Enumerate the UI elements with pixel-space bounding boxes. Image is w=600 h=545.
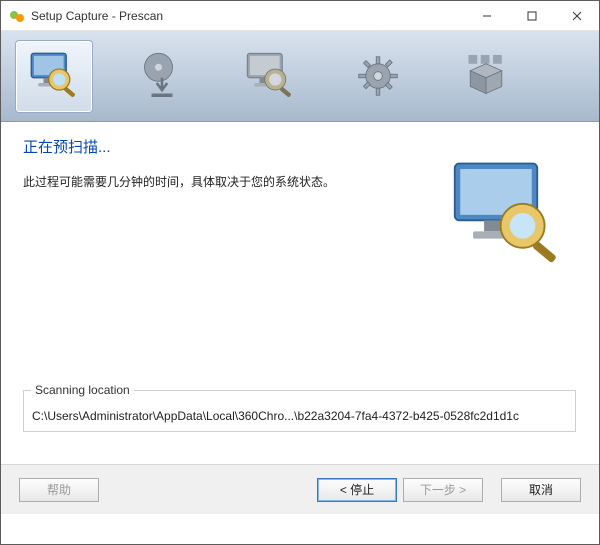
scanning-location-path: C:\Users\Administrator\AppData\Local\360… (32, 409, 567, 423)
step-postscan (231, 40, 309, 113)
step-prescan (15, 40, 93, 113)
wizard-steps (1, 31, 599, 122)
close-button[interactable] (554, 1, 599, 30)
large-prescan-illustration (447, 158, 567, 268)
gear-icon (350, 48, 406, 104)
disc-download-icon (134, 48, 190, 104)
titlebar: Setup Capture - Prescan (1, 1, 599, 31)
step-configure (339, 40, 417, 113)
scanning-location-group: Scanning location C:\Users\Administrator… (23, 390, 576, 432)
step-package (447, 40, 525, 113)
next-button[interactable]: 下一步 > (403, 478, 483, 502)
monitor-search-icon (26, 48, 82, 104)
stop-button[interactable]: < 停止 (317, 478, 397, 502)
page-heading: 正在预扫描... (23, 136, 577, 157)
cancel-button[interactable]: 取消 (501, 478, 581, 502)
content-area: 正在预扫描... 此过程可能需要几分钟的时间，具体取决于您的系统状态。 Scan… (1, 122, 599, 464)
footer-bar: 帮助 < 停止 下一步 > 取消 (1, 464, 599, 514)
minimize-button[interactable] (464, 1, 509, 30)
window-title: Setup Capture - Prescan (31, 9, 464, 23)
step-install (123, 40, 201, 113)
monitor-search-icon (242, 48, 298, 104)
help-button[interactable]: 帮助 (19, 478, 99, 502)
maximize-button[interactable] (509, 1, 554, 30)
scanning-location-label: Scanning location (31, 383, 134, 397)
app-icon (9, 8, 25, 24)
box-folder-icon (458, 48, 514, 104)
window-buttons (464, 1, 599, 30)
